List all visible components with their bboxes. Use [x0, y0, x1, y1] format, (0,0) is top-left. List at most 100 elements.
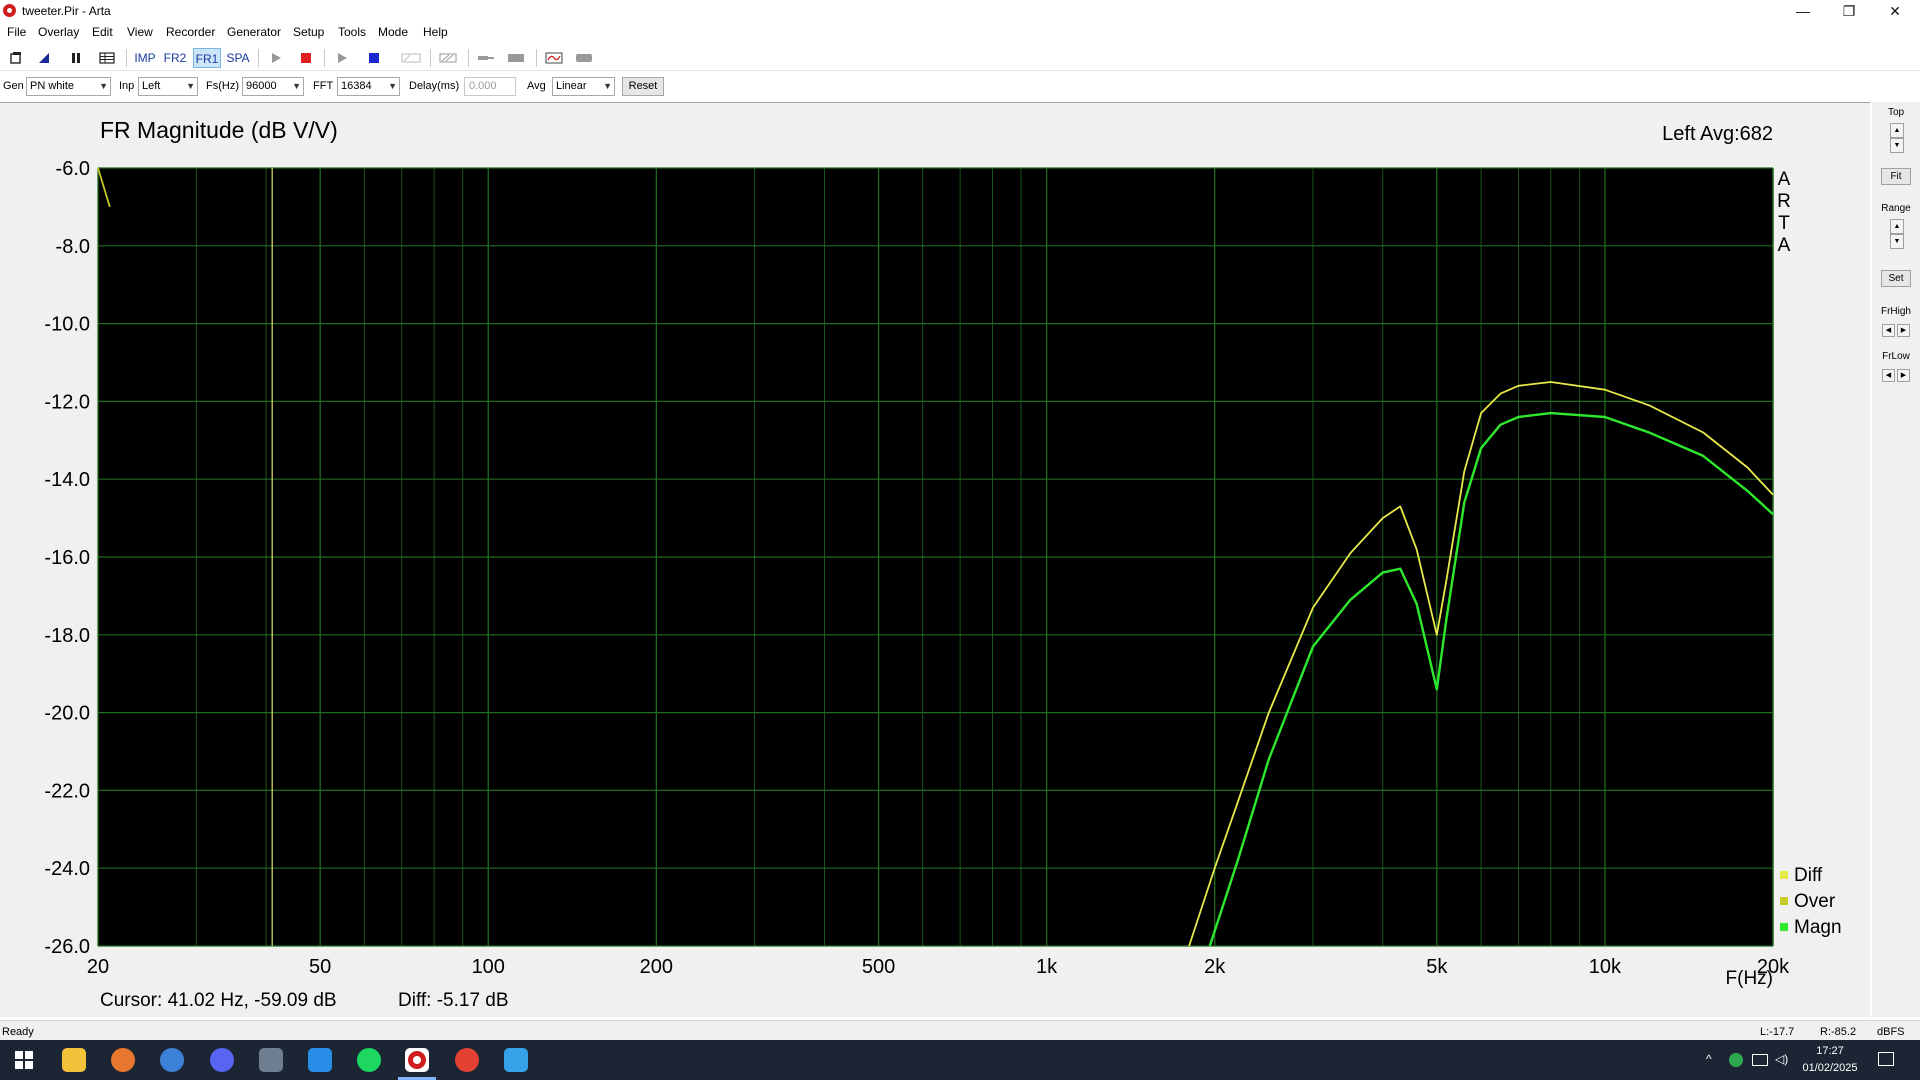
chevron-down-icon: ▼ [292, 81, 301, 91]
frequency-response-chart[interactable]: FR Magnitude (dB V/V) Left Avg:682 -6.0-… [0, 103, 1870, 1018]
sample-rate-value: 96000 [246, 80, 277, 92]
top-up-arrow-icon[interactable]: ▲ [1890, 123, 1904, 138]
avg-label: Avg [527, 80, 546, 92]
clock[interactable]: 17:27 01/02/2025 [1790, 1043, 1870, 1077]
table-icon[interactable] [96, 48, 118, 68]
status-text: Ready [2, 1026, 34, 1038]
menu-bar: File Overlay Edit View Recorder Generato… [0, 22, 1920, 42]
security-tray-icon[interactable] [1729, 1053, 1743, 1067]
x-tick-label: 5k [1426, 956, 1448, 978]
fft-label: FFT [313, 80, 334, 92]
legend-swatch [1780, 897, 1788, 905]
menu-generator[interactable]: Generator [227, 25, 281, 39]
options-icon[interactable] [572, 48, 596, 68]
volume-tray-icon[interactable]: ◁) [1775, 1052, 1788, 1066]
play-continuous-icon[interactable] [332, 48, 352, 68]
imp-mode-button[interactable]: IMP [132, 48, 158, 68]
photos-icon[interactable] [259, 1048, 283, 1072]
spa-mode-button[interactable]: SPA [224, 48, 252, 68]
graph-icon[interactable] [542, 48, 566, 68]
fr1-mode-button[interactable]: FR1 [193, 48, 221, 68]
chart-title: FR Magnitude (dB V/V) [100, 117, 338, 143]
frlow-right-arrow-icon[interactable]: ▶ [1897, 369, 1910, 382]
spotify-icon[interactable] [357, 1048, 381, 1072]
chevron-down-icon: ▼ [388, 81, 397, 91]
generator-select[interactable]: PN white ▼ [26, 77, 111, 96]
reset-button[interactable]: Reset [622, 77, 664, 96]
input-value: Left [142, 80, 161, 92]
chrome-icon[interactable] [455, 1048, 479, 1072]
calibrate-icon[interactable] [436, 48, 460, 68]
y-tick-label: -24.0 [44, 858, 90, 880]
range-up-arrow-icon[interactable]: ▲ [1890, 219, 1904, 234]
discord-icon[interactable] [210, 1048, 234, 1072]
menu-overlay[interactable]: Overlay [38, 25, 79, 39]
file-explorer-icon[interactable] [62, 1048, 86, 1072]
menu-setup[interactable]: Setup [293, 25, 324, 39]
legend-label: Diff [1794, 865, 1823, 886]
network-tray-icon[interactable] [1752, 1054, 1768, 1066]
y-tick-label: -26.0 [44, 936, 90, 958]
delay-input[interactable]: 0.000 [464, 77, 516, 96]
fft-size-value: 16384 [341, 80, 372, 92]
average-select[interactable]: Linear ▼ [552, 77, 615, 96]
watermark-letter: T [1778, 213, 1790, 234]
minimize-button[interactable]: — [1780, 0, 1826, 22]
music-app-icon[interactable] [308, 1048, 332, 1072]
firefox-icon[interactable] [111, 1048, 135, 1072]
play-icon[interactable] [266, 48, 286, 68]
range-label: Range [1881, 203, 1911, 214]
frlow-label: FrLow [1882, 351, 1910, 362]
menu-recorder[interactable]: Recorder [166, 25, 215, 39]
arta-icon[interactable] [405, 1048, 429, 1072]
diff-readout: Diff: -5.17 dB [398, 990, 509, 1011]
sample-rate-select[interactable]: 96000 ▼ [242, 77, 304, 96]
drawing-app-icon[interactable] [504, 1048, 528, 1072]
cursor-readout: Cursor: 41.02 Hz, -59.09 dB [100, 990, 337, 1011]
toolbar: IMP FR2 FR1 SPA [0, 45, 1920, 71]
gen-label: Gen [3, 80, 24, 92]
x-tick-label: 2k [1204, 956, 1226, 978]
top-down-arrow-icon[interactable]: ▼ [1890, 138, 1904, 153]
fit-button[interactable]: Fit [1881, 168, 1911, 185]
notification-icon[interactable] [1878, 1052, 1894, 1066]
frhigh-left-arrow-icon[interactable]: ◀ [1882, 324, 1895, 337]
arta-watermark: ARTA [1777, 169, 1791, 256]
record-disabled-icon[interactable] [398, 48, 424, 68]
device-icon[interactable] [504, 48, 528, 68]
probe-icon[interactable] [474, 48, 498, 68]
frlow-left-arrow-icon[interactable]: ◀ [1882, 369, 1895, 382]
y-tick-label: -6.0 [56, 158, 90, 180]
stop-icon[interactable] [364, 48, 384, 68]
input-select[interactable]: Left ▼ [138, 77, 198, 96]
menu-edit[interactable]: Edit [92, 25, 113, 39]
open-file-icon[interactable] [34, 48, 54, 68]
chart-legend: Diff Over Magn [1780, 865, 1842, 938]
set-button[interactable]: Set [1881, 270, 1911, 287]
pause-icon[interactable] [66, 48, 86, 68]
fs-label: Fs(Hz) [206, 80, 239, 92]
y-tick-label: -16.0 [44, 547, 90, 569]
y-axis-ticks: -6.0 -8.0 -10.0 -12.0 -14.0 -16.0 -18.0 -20.0 -2… [44, 158, 90, 958]
fft-size-select[interactable]: 16384 ▼ [337, 77, 400, 96]
menu-mode[interactable]: Mode [378, 25, 408, 39]
record-stop-icon[interactable] [296, 48, 316, 68]
menu-tools[interactable]: Tools [338, 25, 366, 39]
tray-chevron-icon[interactable]: ^ [1706, 1052, 1712, 1066]
y-tick-label: -10.0 [44, 314, 90, 336]
menu-help[interactable]: Help [423, 25, 448, 39]
windows-start-icon[interactable] [12, 1048, 36, 1072]
browser-icon[interactable] [160, 1048, 184, 1072]
close-button[interactable]: ✕ [1872, 0, 1918, 22]
range-down-arrow-icon[interactable]: ▼ [1890, 234, 1904, 249]
restore-button[interactable]: ❐ [1826, 0, 1872, 22]
new-file-icon[interactable] [6, 48, 26, 68]
x-tick-label: 50 [309, 956, 331, 978]
fr2-mode-button[interactable]: FR2 [162, 48, 188, 68]
menu-file[interactable]: File [7, 25, 26, 39]
y-tick-label: -18.0 [44, 625, 90, 647]
clock-time: 17:27 [1816, 1045, 1844, 1057]
delay-label: Delay(ms) [409, 80, 460, 92]
menu-view[interactable]: View [127, 25, 153, 39]
frhigh-right-arrow-icon[interactable]: ▶ [1897, 324, 1910, 337]
